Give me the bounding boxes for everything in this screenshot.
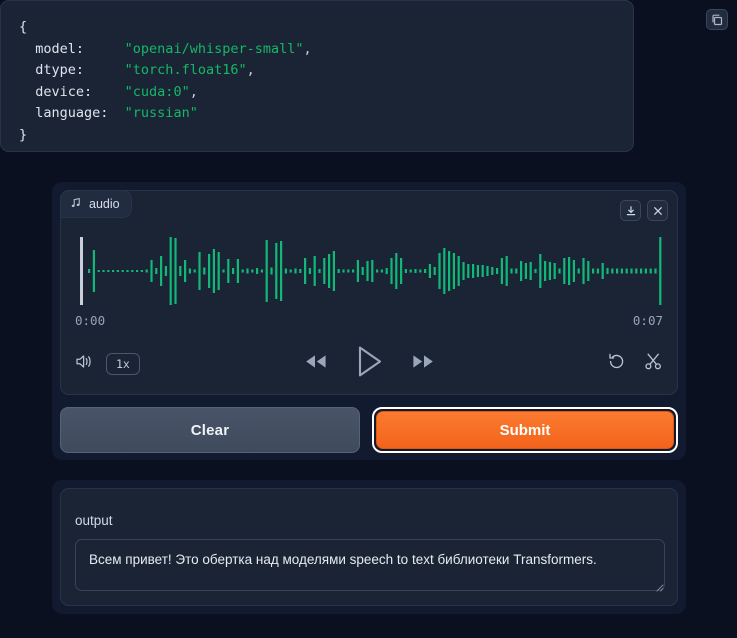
audio-tab-label: audio — [89, 197, 120, 211]
music-note-icon — [70, 197, 82, 212]
audio-panel-actions — [620, 200, 668, 221]
audio-time-row: 0:00 0:07 — [75, 313, 663, 328]
output-label: output — [75, 513, 113, 528]
output-card: output Всем привет! Это обертка над моде… — [52, 480, 686, 614]
submit-button[interactable]: Submit — [376, 411, 674, 449]
fast-forward-glyph — [412, 355, 433, 368]
audio-transport — [75, 345, 663, 383]
download-glyph — [626, 205, 635, 215]
audio-controls: 1x — [75, 343, 663, 385]
play-glyph — [358, 346, 381, 377]
audio-tab: audio — [60, 190, 132, 218]
clear-button[interactable]: Clear — [60, 407, 360, 453]
output-panel: output Всем привет! Это обертка над моде… — [60, 488, 678, 606]
rewind-glyph — [305, 355, 326, 368]
action-buttons: Clear Submit — [60, 407, 678, 453]
app-root: { model: "openai/whisper-small", dtype: … — [0, 0, 737, 638]
output-textarea[interactable]: Всем привет! Это обертка над моделями sp… — [75, 539, 665, 591]
fast-forward-icon[interactable] — [410, 352, 436, 376]
rewind-icon[interactable] — [303, 352, 329, 376]
waveform[interactable] — [74, 235, 666, 307]
json-config-code: { model: "openai/whisper-small", dtype: … — [19, 19, 312, 143]
close-glyph — [653, 206, 662, 215]
play-icon[interactable] — [356, 345, 383, 383]
download-icon[interactable] — [620, 200, 641, 221]
close-icon[interactable] — [647, 200, 668, 221]
audio-player-panel: audio 0:00 0:07 1x — [60, 190, 678, 395]
audio-card: audio 0:00 0:07 1x Clear Submit — [52, 182, 686, 460]
time-current: 0:00 — [75, 313, 106, 328]
waveform-canvas — [80, 237, 662, 305]
submit-button-focus-ring: Submit — [372, 407, 678, 453]
json-config-panel: { model: "openai/whisper-small", dtype: … — [0, 0, 728, 152]
music-note-glyph — [71, 197, 80, 207]
time-total: 0:07 — [632, 313, 663, 328]
resize-grip-icon[interactable] — [653, 581, 664, 592]
